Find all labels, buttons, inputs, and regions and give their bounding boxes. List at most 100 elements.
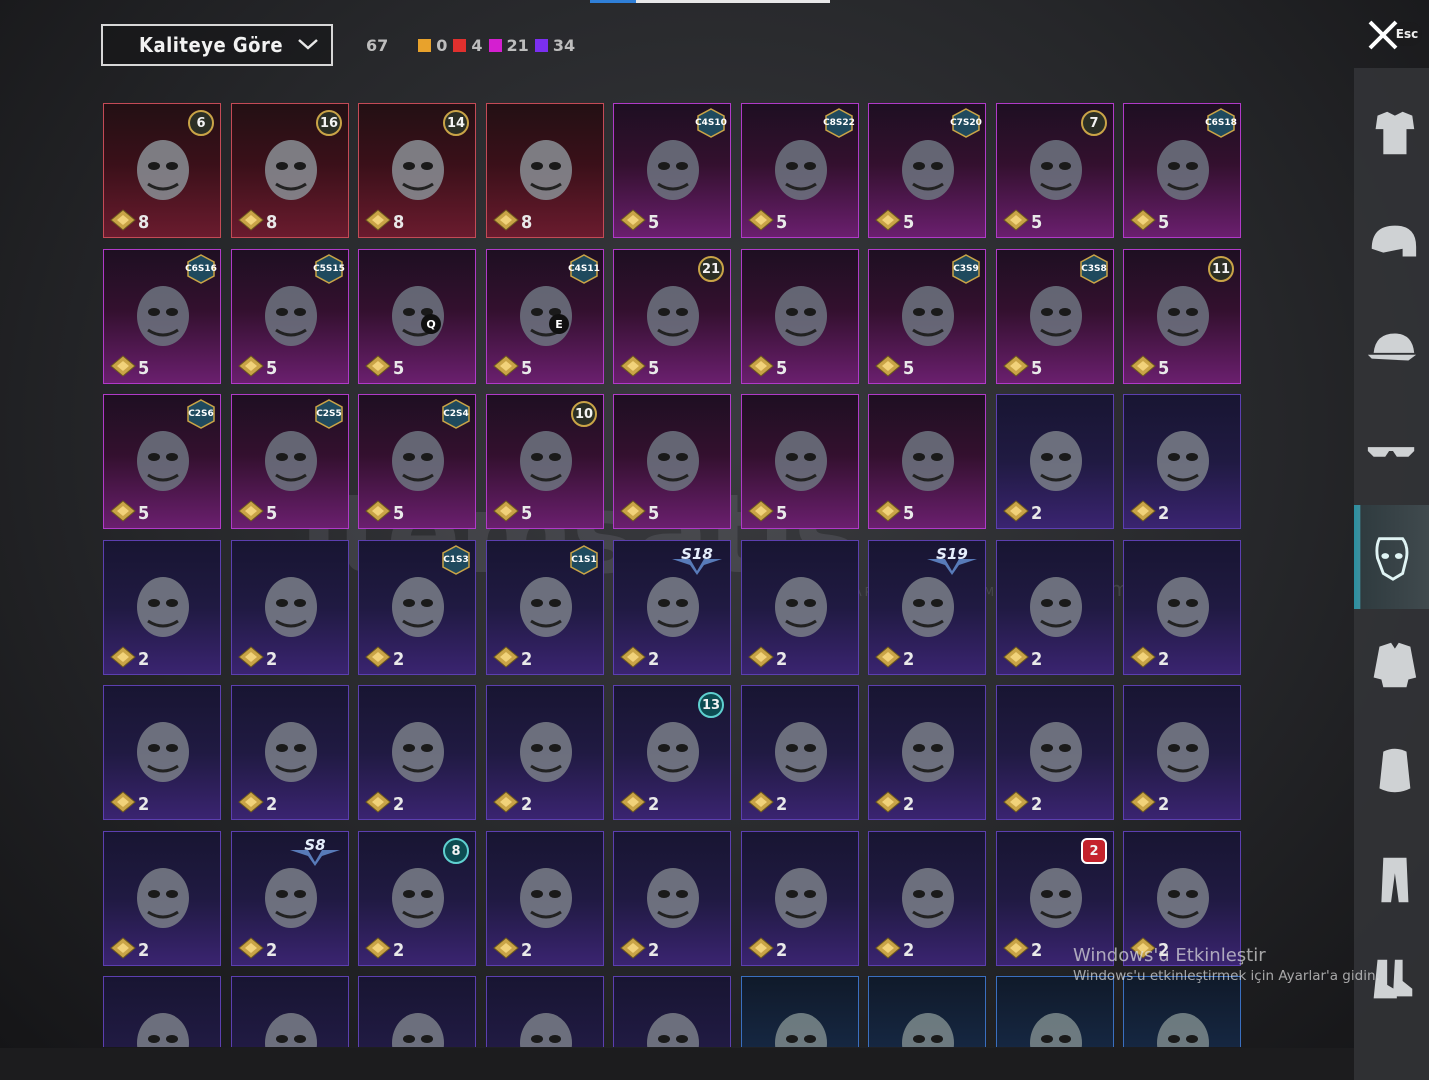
- gold-claw-mask-icon: [1157, 140, 1209, 200]
- item-tile[interactable]: 13 2: [613, 685, 731, 820]
- currency-gem-icon: [875, 646, 901, 668]
- inventory-grid: 6 8 16 8 14 8 8 C4S10 5 C8S22 5 C7S20 5 7 5 C6S18 5 C6S16…: [103, 103, 1243, 1047]
- mask-category[interactable]: [1354, 505, 1429, 609]
- item-tile[interactable]: 11 5: [1123, 249, 1241, 384]
- item-tile[interactable]: 2: [231, 540, 349, 675]
- item-tile[interactable]: 2: [486, 685, 604, 820]
- red-bandana-icon: [392, 1013, 444, 1047]
- item-tile[interactable]: 2: [1123, 394, 1241, 529]
- item-tile[interactable]: C6S16 5: [103, 249, 221, 384]
- currency-gem-icon: [875, 937, 901, 959]
- item-tile[interactable]: Q5: [358, 249, 476, 384]
- item-tile[interactable]: 5: [741, 249, 859, 384]
- item-tile[interactable]: C2S5 5: [231, 394, 349, 529]
- backpack-category[interactable]: [1354, 718, 1429, 822]
- badge-text: C1S3: [443, 555, 469, 565]
- item-tile[interactable]: 82: [358, 831, 476, 966]
- item-tile[interactable]: 2: [103, 540, 221, 675]
- item-tile[interactable]: 2: [996, 685, 1114, 820]
- item-tile[interactable]: 5: [741, 394, 859, 529]
- item-tile[interactable]: [1123, 976, 1241, 1047]
- cap-category[interactable]: [1354, 296, 1429, 400]
- item-count: 2: [1158, 649, 1170, 670]
- item-tile[interactable]: C1S3 2: [358, 540, 476, 675]
- item-tile[interactable]: 2: [741, 685, 859, 820]
- windows-activation-notice: Windows'u Etkinleştir Windows'u etkinleş…: [1073, 945, 1380, 984]
- currency-gem-icon: [620, 937, 646, 959]
- item-tile[interactable]: 2: [996, 540, 1114, 675]
- sort-dropdown[interactable]: Kaliteye Göre: [101, 24, 333, 66]
- golden-face-guard-icon: [392, 140, 444, 200]
- level-badge: 13: [698, 692, 724, 718]
- item-tile[interactable]: 2: [868, 831, 986, 966]
- item-tile[interactable]: 5: [613, 394, 731, 529]
- grin-face-mask-icon: [647, 868, 699, 928]
- item-tile[interactable]: 2: [868, 685, 986, 820]
- item-count: 8: [393, 212, 405, 233]
- item-tile[interactable]: 5: [868, 394, 986, 529]
- item-tile[interactable]: C6S18 5: [1123, 103, 1241, 238]
- badge-text: S8: [304, 836, 326, 854]
- item-tile[interactable]: 2: [103, 831, 221, 966]
- item-tile[interactable]: 10 5: [486, 394, 604, 529]
- item-tile[interactable]: [103, 976, 221, 1047]
- item-tile[interactable]: [358, 976, 476, 1047]
- helmet-category[interactable]: [1354, 190, 1429, 294]
- item-tile[interactable]: 2: [741, 540, 859, 675]
- item-tile[interactable]: S18 2: [613, 540, 731, 675]
- key-hint: E: [549, 314, 569, 334]
- item-tile[interactable]: C1S1 2: [486, 540, 604, 675]
- quality-count-violet: 34: [534, 36, 575, 55]
- currency-gem-icon: [748, 646, 774, 668]
- item-tile[interactable]: [741, 976, 859, 1047]
- item-tile[interactable]: 2: [996, 394, 1114, 529]
- item-tile[interactable]: 2: [1123, 540, 1241, 675]
- item-tile[interactable]: 2: [486, 831, 604, 966]
- item-tile[interactable]: 2: [1123, 685, 1241, 820]
- item-tile[interactable]: 2: [231, 685, 349, 820]
- item-tile[interactable]: 2: [103, 685, 221, 820]
- item-tile[interactable]: C5S15 5: [231, 249, 349, 384]
- outfit-category[interactable]: [1354, 82, 1429, 186]
- season-hex-badge: C4S11: [568, 254, 600, 284]
- item-tile[interactable]: 16 8: [231, 103, 349, 238]
- item-tile[interactable]: 2: [741, 831, 859, 966]
- item-tile[interactable]: 14 8: [358, 103, 476, 238]
- item-tile[interactable]: [996, 976, 1114, 1047]
- item-tile[interactable]: 68: [103, 103, 221, 238]
- item-tile[interactable]: C3S8 5: [996, 249, 1114, 384]
- item-tile[interactable]: C3S9 5: [868, 249, 986, 384]
- currency-gem-icon: [365, 937, 391, 959]
- pants-category[interactable]: [1354, 828, 1429, 932]
- mask-icon: [1374, 537, 1408, 581]
- item-tile[interactable]: S8 2: [231, 831, 349, 966]
- jacket-category[interactable]: [1354, 613, 1429, 717]
- quality-counts: 67 0 4 21 34: [366, 33, 581, 57]
- item-count: 2: [903, 649, 915, 670]
- steampunk-beak-icon: [775, 431, 827, 491]
- item-count: 2: [903, 940, 915, 961]
- season-wing-badge: S18: [670, 545, 724, 575]
- top-tab-indicator: [590, 0, 830, 3]
- glasses-category[interactable]: [1354, 398, 1429, 502]
- item-tile[interactable]: 21 5: [613, 249, 731, 384]
- item-tile[interactable]: C2S4 5: [358, 394, 476, 529]
- item-tile[interactable]: [868, 976, 986, 1047]
- item-tile[interactable]: 75: [996, 103, 1114, 238]
- currency-gem-icon: [1003, 209, 1029, 231]
- item-tile[interactable]: [613, 976, 731, 1047]
- dark-skull-mask-icon: [1157, 868, 1209, 928]
- season-hex-badge: C2S4: [441, 399, 471, 429]
- item-tile[interactable]: C4S10 5: [613, 103, 731, 238]
- item-tile[interactable]: 2: [358, 685, 476, 820]
- item-count: 2: [266, 649, 278, 670]
- item-tile[interactable]: 8: [486, 103, 604, 238]
- item-tile[interactable]: 2: [613, 831, 731, 966]
- item-tile[interactable]: C2S6 5: [103, 394, 221, 529]
- item-tile[interactable]: S19 2: [868, 540, 986, 675]
- item-tile[interactable]: C8S22 5: [741, 103, 859, 238]
- item-tile[interactable]: C4S11 E 5: [486, 249, 604, 384]
- item-tile[interactable]: [231, 976, 349, 1047]
- item-tile[interactable]: [486, 976, 604, 1047]
- item-tile[interactable]: C7S20 5: [868, 103, 986, 238]
